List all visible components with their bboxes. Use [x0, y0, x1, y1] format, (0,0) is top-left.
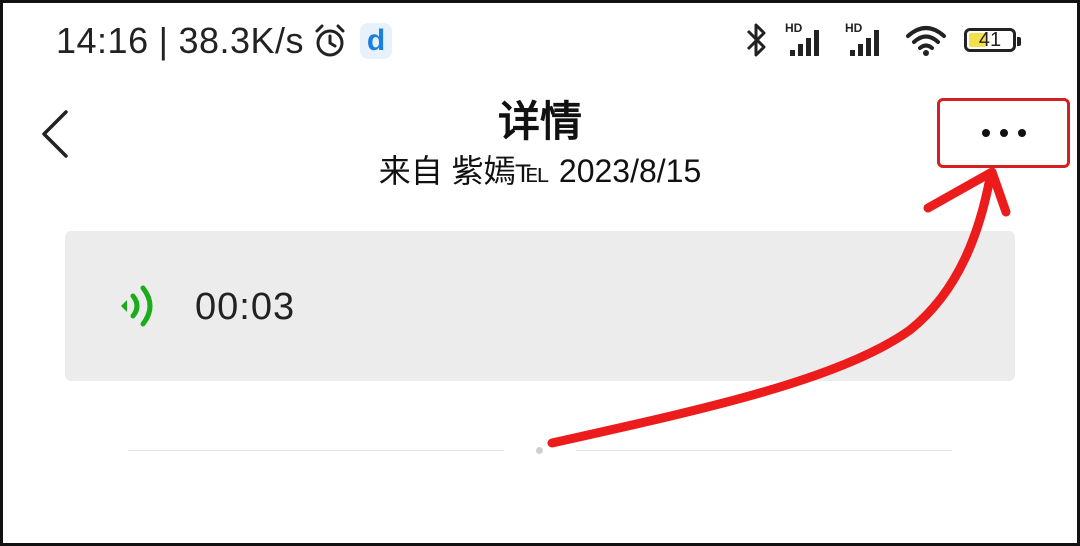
battery-level: 41 — [978, 28, 1002, 51]
status-time: 14:16 — [56, 20, 149, 61]
more-horizontal-icon — [981, 129, 1026, 137]
voice-message-card[interactable]: 00:03 — [65, 231, 1015, 381]
hd-signal-icon-2: HD — [845, 21, 879, 56]
more-options-button[interactable] — [937, 98, 1070, 168]
hd-signal-icon: HD — [785, 21, 819, 56]
page-title: 详情 — [497, 98, 582, 145]
alarm-icon — [315, 24, 345, 57]
wifi-icon — [906, 26, 946, 56]
page-indicator-dot — [536, 447, 543, 454]
bluetooth-icon — [746, 23, 766, 57]
divider — [576, 450, 952, 451]
app-d-icon: d — [360, 23, 393, 59]
status-bar-left: 14:16 | 38.3K/s d — [56, 20, 393, 62]
status-bar: 14:16 | 38.3K/s d HD HD 41 — [0, 0, 1080, 86]
battery-icon: 41 — [964, 28, 1021, 52]
network-speed: 38.3K/s — [178, 20, 305, 61]
voice-wave-icon — [121, 285, 153, 327]
status-bar-right: HD HD 41 — [744, 20, 1021, 60]
svg-text:HD: HD — [785, 21, 803, 35]
svg-text:HD: HD — [845, 21, 863, 35]
page-subtitle: 来自 紫嫣℡ 2023/8/15 — [378, 153, 702, 189]
voice-duration: 00:03 — [195, 286, 296, 328]
status-separator: | — [158, 20, 169, 61]
divider — [128, 450, 504, 451]
